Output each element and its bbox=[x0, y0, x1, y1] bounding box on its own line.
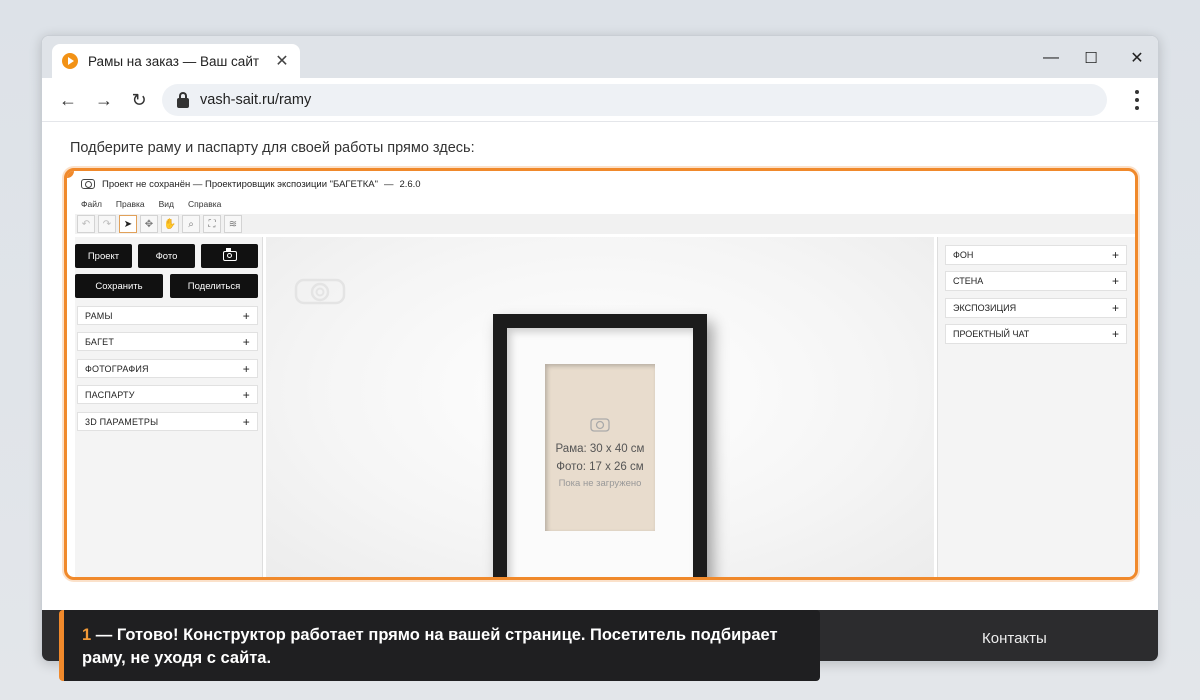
zoom-icon[interactable]: ⌕ bbox=[182, 215, 200, 233]
section-label: СТЕНА bbox=[953, 276, 984, 286]
app-titlebar: Проект не сохранён — Проектировщик экспо… bbox=[67, 171, 1135, 197]
app-menubar: Файл Правка Вид Справка bbox=[67, 199, 1135, 213]
photo-size-text: Фото: 17 x 26 см bbox=[556, 461, 644, 473]
app-toolbar: ↶ ↷ ➤ ✥ ✋ ⌕ ⛶ ≋ bbox=[75, 214, 1135, 234]
maximize-icon[interactable]: ☐ bbox=[1068, 44, 1114, 72]
right-panel: ФОН + СТЕНА + ЭКСПОЗИЦИЯ + ПРОЕКТНЫЙ ЧАТ + bbox=[937, 237, 1135, 577]
expand-plus-icon: + bbox=[242, 334, 250, 349]
camera-button[interactable] bbox=[201, 244, 258, 268]
section-baguette[interactable]: БАГЕТ + bbox=[77, 332, 258, 351]
camera-icon bbox=[222, 248, 237, 261]
upload-status-text: Пока не загружено bbox=[558, 478, 642, 489]
step-number: 1 bbox=[82, 626, 92, 644]
tab-title: Рамы на заказ — Ваш сайт bbox=[88, 53, 260, 69]
frame-size-text: Рама: 30 x 40 см bbox=[555, 443, 645, 455]
app-title: Проект не сохранён — Проектировщик экспо… bbox=[102, 178, 378, 190]
forward-icon[interactable]: → bbox=[90, 86, 118, 114]
photo-placeholder: Рама: 30 x 40 см Фото: 17 x 26 см Пока н… bbox=[545, 364, 655, 531]
photo-button[interactable]: Фото bbox=[138, 244, 195, 268]
contacts-link[interactable]: Контакты bbox=[982, 630, 1047, 647]
camera-logo-icon bbox=[81, 179, 95, 189]
section-photo[interactable]: ФОТОГРАФИЯ + bbox=[77, 359, 258, 378]
fit-icon[interactable]: ⛶ bbox=[203, 215, 221, 233]
redo-icon[interactable]: ↷ bbox=[98, 215, 116, 233]
step-caption: 1 — Готово! Конструктор работает прямо н… bbox=[59, 610, 820, 681]
site-favicon-icon bbox=[62, 53, 78, 69]
left-panel: Проект Фото Сохранить Поделиться РАМЫ + Б… bbox=[75, 237, 263, 577]
move-icon[interactable]: ✥ bbox=[140, 215, 158, 233]
section-wall[interactable]: СТЕНА + bbox=[945, 271, 1127, 291]
expand-plus-icon: + bbox=[1111, 301, 1119, 315]
section-label: БАГЕТ bbox=[85, 336, 115, 347]
browser-tab[interactable]: Рамы на заказ — Ваш сайт ✕ bbox=[52, 44, 300, 78]
menu-view[interactable]: Вид bbox=[159, 199, 174, 213]
expand-plus-icon: + bbox=[242, 387, 250, 402]
app-version: 2.6.0 bbox=[399, 178, 421, 190]
menu-file[interactable]: Файл bbox=[81, 199, 102, 213]
section-label: ЭКСПОЗИЦИЯ bbox=[953, 303, 1017, 313]
expand-plus-icon: + bbox=[242, 361, 250, 376]
expand-plus-icon: + bbox=[1111, 327, 1119, 341]
frame-preview: Рама: 30 x 40 см Фото: 17 x 26 см Пока н… bbox=[493, 314, 707, 577]
lock-icon bbox=[176, 92, 190, 108]
title-separator: — bbox=[383, 178, 394, 190]
browser-menu-icon[interactable] bbox=[1134, 90, 1140, 110]
hand-icon[interactable]: ✋ bbox=[161, 215, 179, 233]
expand-plus-icon: + bbox=[242, 308, 250, 323]
section-label: ФОН bbox=[953, 250, 974, 260]
section-passepartout[interactable]: ПАСПАРТУ + bbox=[77, 385, 258, 404]
layers-icon[interactable]: ≋ bbox=[224, 215, 242, 233]
section-label: ПАСПАРТУ bbox=[85, 389, 135, 400]
watermark-camera-icon bbox=[294, 278, 346, 305]
embedded-constructor: Проект не сохранён — Проектировщик экспо… bbox=[64, 168, 1138, 580]
preview-canvas[interactable]: Рама: 30 x 40 см Фото: 17 x 26 см Пока н… bbox=[266, 237, 934, 577]
section-frames[interactable]: РАМЫ + bbox=[77, 306, 258, 325]
url-text: vash-sait.ru/ramy bbox=[200, 92, 312, 108]
photo-camera-icon bbox=[590, 418, 610, 432]
web-page: Подберите раму и паспарту для своей рабо… bbox=[42, 122, 1158, 661]
tab-strip: Рамы на заказ — Ваш сайт ✕ — ☐ ✕ bbox=[42, 36, 1158, 78]
menu-help[interactable]: Справка bbox=[188, 199, 221, 213]
section-background[interactable]: ФОН + bbox=[945, 245, 1127, 265]
undo-icon[interactable]: ↶ bbox=[77, 215, 95, 233]
project-button[interactable]: Проект bbox=[75, 244, 132, 268]
menu-edit[interactable]: Правка bbox=[116, 199, 145, 213]
address-bar: ← → ↻ vash-sait.ru/ramy bbox=[42, 78, 1158, 122]
expand-plus-icon: + bbox=[242, 414, 250, 429]
intro-text: Подберите раму и паспарту для своей рабо… bbox=[70, 140, 475, 156]
reload-icon[interactable]: ↻ bbox=[125, 86, 153, 114]
section-label: ПРОЕКТНЫЙ ЧАТ bbox=[953, 329, 1030, 339]
passepartout-preview: Рама: 30 x 40 см Фото: 17 x 26 см Пока н… bbox=[507, 328, 693, 577]
section-label: ФОТОГРАФИЯ bbox=[85, 363, 149, 374]
section-label: РАМЫ bbox=[85, 310, 113, 321]
expand-plus-icon: + bbox=[1111, 274, 1119, 288]
tab-close-icon[interactable]: ✕ bbox=[274, 51, 290, 71]
browser-window: Рамы на заказ — Ваш сайт ✕ — ☐ ✕ ← → ↻ v… bbox=[41, 35, 1159, 662]
url-field[interactable]: vash-sait.ru/ramy bbox=[162, 84, 1107, 116]
step-text: — Готово! Конструктор работает прямо на … bbox=[82, 626, 778, 667]
section-label: 3D ПАРАМЕТРЫ bbox=[85, 416, 159, 427]
share-button[interactable]: Поделиться bbox=[170, 274, 258, 298]
section-exposition[interactable]: ЭКСПОЗИЦИЯ + bbox=[945, 298, 1127, 318]
section-3d-params[interactable]: 3D ПАРАМЕТРЫ + bbox=[77, 412, 258, 431]
window-close-icon[interactable]: ✕ bbox=[1114, 44, 1158, 72]
back-icon[interactable]: ← bbox=[54, 86, 82, 114]
expand-plus-icon: + bbox=[1111, 248, 1119, 262]
section-project-chat[interactable]: ПРОЕКТНЫЙ ЧАТ + bbox=[945, 324, 1127, 344]
cursor-icon[interactable]: ➤ bbox=[119, 215, 137, 233]
save-button[interactable]: Сохранить bbox=[75, 274, 163, 298]
